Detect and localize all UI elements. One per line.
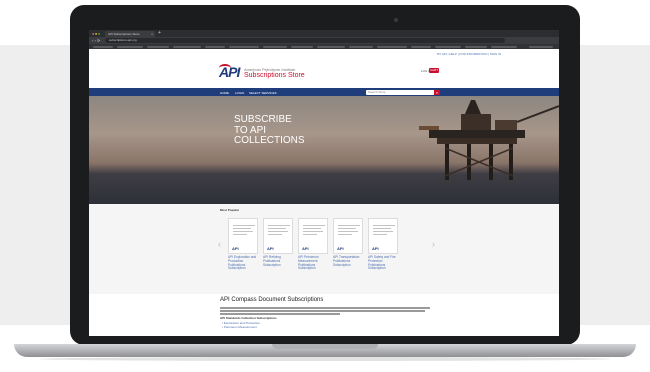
product-title[interactable]: API Refining Publications Subscription (263, 255, 293, 267)
product-card[interactable]: API API Exploration and Production Publica… (228, 218, 258, 271)
bookmark-item[interactable] (147, 45, 169, 48)
api-mini-logo: API (267, 246, 274, 251)
bookmark-item[interactable] (117, 45, 143, 48)
collection-subheading: API Standards Collection Subscriptions (220, 316, 277, 320)
product-card[interactable]: API API Refining Publications Subscription (263, 218, 293, 267)
api-mini-logo: API (337, 246, 344, 251)
bookmark-item[interactable] (291, 45, 313, 48)
laptop-notch (272, 344, 378, 349)
product-cover: API (228, 218, 258, 254)
search-button[interactable]: ⌕ (434, 89, 440, 95)
collection-link[interactable]: • Petroleum Measurement (222, 325, 257, 329)
bookmark-item[interactable] (491, 45, 517, 48)
bookmark-item[interactable] (229, 45, 259, 48)
api-mini-logo: API (372, 246, 379, 251)
search-icon: ⌕ (435, 89, 439, 95)
webcam (394, 18, 398, 22)
browser-toolbar: ‹ › ⟳ subscriptions.api.org (89, 37, 559, 44)
window-controls[interactable]: ●●● (92, 32, 101, 36)
new-tab-icon[interactable]: + (158, 30, 161, 37)
brand-line-2: Subscriptions Store (244, 72, 305, 79)
product-cover: API (298, 218, 328, 254)
api-mini-logo: API (232, 246, 239, 251)
browser-tab-bar: ●●● API Subscriptions Store × + (89, 30, 559, 37)
laptop-shadow (40, 357, 610, 361)
bookmark-item[interactable] (435, 45, 461, 48)
nav-home[interactable]: HOME (220, 91, 229, 95)
hero-title: SUBSCRIBE TO API COLLECTIONS (234, 114, 305, 147)
product-cover: API (368, 218, 398, 254)
bookmark-item[interactable] (411, 45, 431, 48)
most-popular-section: Most Popular ‹ › API API Exploration and… (89, 204, 559, 294)
site-header: API American Petroleum Institute Subscri… (89, 59, 559, 87)
main-nav: HOME LOGIN SELECT SERVICES Search Store … (89, 88, 559, 96)
hero-line-3: COLLECTIONS (234, 135, 305, 146)
bookmark-item[interactable] (93, 45, 113, 48)
carousel-prev-icon[interactable]: ‹ (218, 239, 221, 249)
utility-nav: MY API | HELP | FOR INFORMATION | SIGN I… (89, 49, 559, 59)
carousel-next-icon[interactable]: › (432, 239, 435, 249)
laptop-screen: ●●● API Subscriptions Store × + ‹ › ⟳ sub… (89, 30, 559, 336)
product-card[interactable]: API API Petroleum Measurement Publications… (298, 218, 328, 271)
body-text-line (220, 313, 340, 315)
bookmark-item[interactable] (205, 45, 225, 48)
product-cover: API (263, 218, 293, 254)
api-logo[interactable]: API (219, 64, 240, 80)
cart-button[interactable]: CART (429, 68, 439, 73)
most-popular-heading: Most Popular (220, 208, 240, 212)
browser-nav-buttons[interactable]: ‹ › ⟳ (92, 37, 100, 44)
product-title[interactable]: API Transportation Publications Subscripti… (333, 255, 363, 267)
nav-select-services[interactable]: SELECT SERVICES (249, 91, 277, 95)
body-text-line (220, 307, 430, 309)
product-title[interactable]: API Petroleum Measurement Publications Subs… (298, 255, 328, 271)
body-text-line (220, 310, 425, 312)
bookmark-item[interactable] (349, 45, 373, 48)
bookmark-item[interactable] (377, 45, 407, 48)
product-cover: API (333, 218, 363, 254)
address-bar[interactable]: subscriptions.api.org (105, 38, 505, 43)
bookmark-item[interactable] (263, 45, 287, 48)
tab-title: API Subscriptions Store (108, 32, 140, 36)
product-card[interactable]: API API Transportation Publications Subscr… (333, 218, 363, 267)
search-input[interactable]: Search Store (366, 89, 436, 95)
bookmark-item[interactable] (529, 45, 553, 48)
bookmark-item[interactable] (173, 45, 201, 48)
api-mini-logo: API (302, 246, 309, 251)
utility-links[interactable]: MY API | HELP | FOR INFORMATION | SIGN I… (437, 52, 501, 56)
bookmark-item[interactable] (317, 45, 345, 48)
nav-login[interactable]: LOGIN (235, 91, 244, 95)
hero-line-1: SUBSCRIBE (234, 114, 292, 125)
oil-rig-image (419, 100, 559, 180)
bookmark-item[interactable] (465, 45, 487, 48)
product-card[interactable]: API API Safety and Fire Protection Publica… (368, 218, 398, 271)
product-title[interactable]: API Safety and Fire Protection Publication… (368, 255, 398, 271)
compass-title: API Compass Document Subscriptions (220, 297, 324, 303)
product-title[interactable]: API Exploration and Production Publication… (228, 255, 258, 271)
hero-banner: SUBSCRIBE TO API COLLECTIONS (89, 96, 559, 204)
